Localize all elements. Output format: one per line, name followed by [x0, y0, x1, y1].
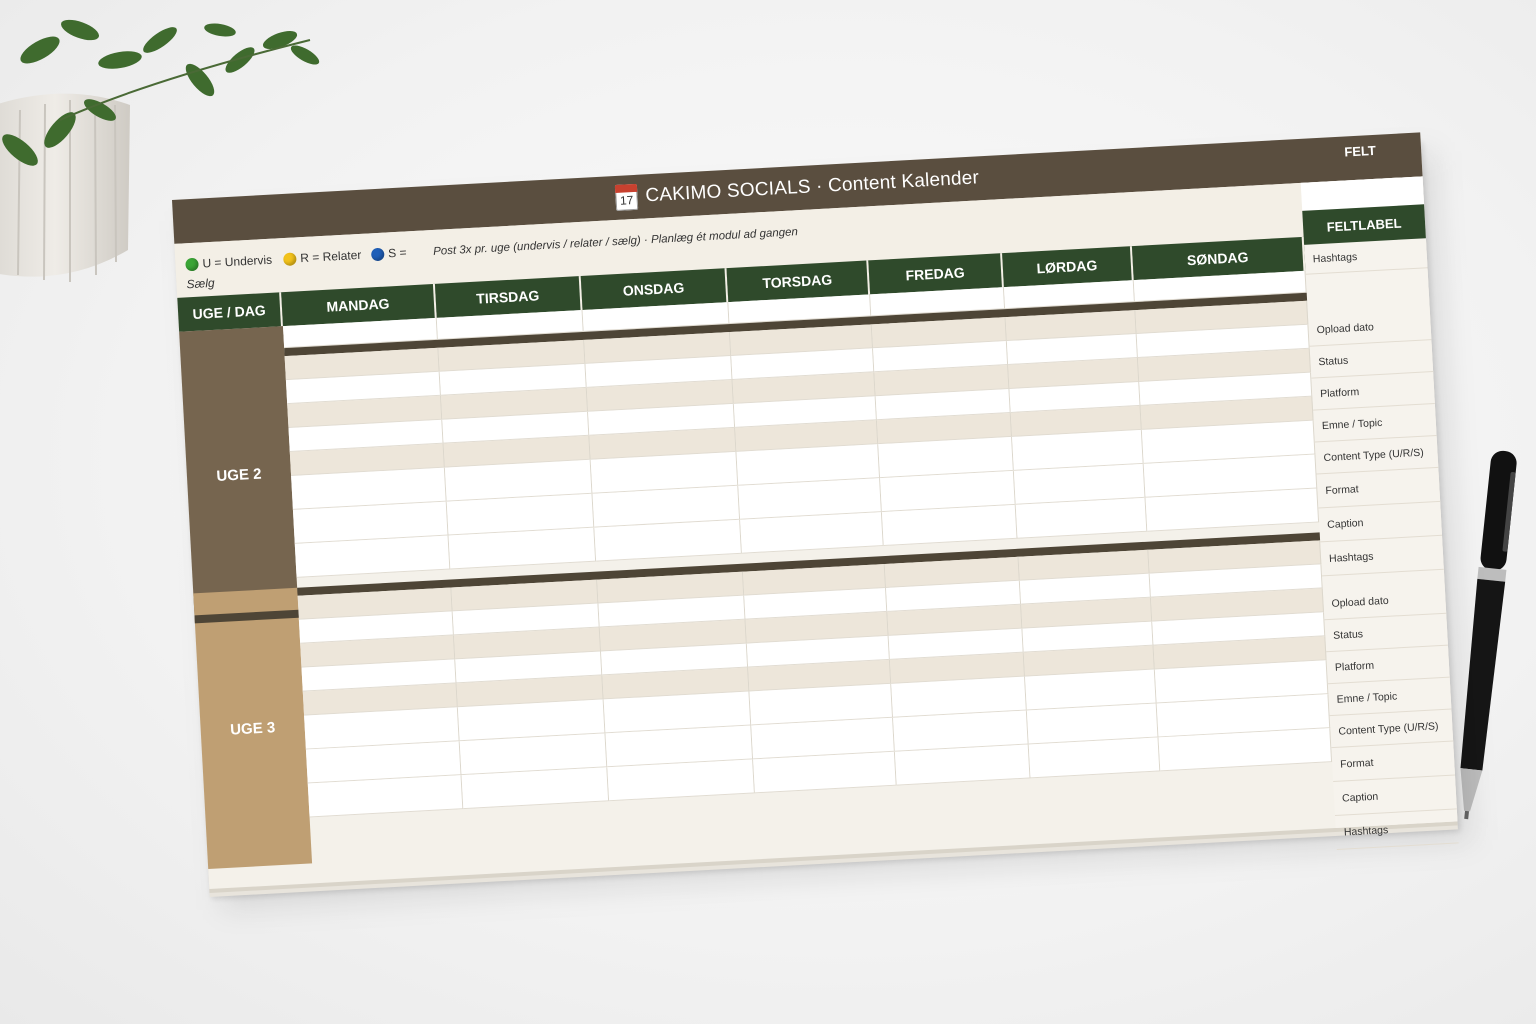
- calendar-grid: UGE 2 UGE 3: [179, 270, 1336, 889]
- legend-u-label: U = Undervis: [202, 252, 273, 271]
- calendar-icon: 17: [614, 183, 639, 211]
- field-label: Hashtags: [1304, 238, 1428, 275]
- legend-u: U = Undervis: [185, 253, 272, 272]
- posting-note: Post 3x pr. uge (undervis / relater / sæ…: [432, 226, 799, 258]
- field-label: Hashtags: [1335, 809, 1459, 850]
- calendar-cell[interactable]: [1028, 737, 1161, 779]
- calendar-cell[interactable]: [307, 775, 464, 818]
- calendar-cell[interactable]: [448, 527, 597, 570]
- green-dot-icon: [185, 257, 199, 271]
- legend-s-wrap: Sælg: [186, 275, 215, 292]
- column-header-week-day: UGE / DAG: [177, 292, 283, 332]
- legend-s: S =: [370, 245, 407, 261]
- field-label: Hashtags: [1320, 535, 1444, 577]
- legend-s-label: S =: [387, 245, 407, 261]
- legend-r: R = Relater: [283, 248, 362, 266]
- calendar-cell[interactable]: [753, 751, 897, 794]
- content-calendar-sheet: 17 CAKIMO SOCIALS · Content Kalender FEL…: [172, 132, 1459, 889]
- calendar-cell[interactable]: [1015, 497, 1148, 539]
- felt-header: FELT: [1343, 142, 1377, 160]
- page-title: CAKIMO SOCIALS · Content Kalender: [644, 167, 980, 207]
- week-label-2: UGE 2: [179, 326, 299, 624]
- calendar-cell[interactable]: [607, 759, 755, 802]
- calendar-cell[interactable]: [594, 519, 742, 562]
- calendar-cell[interactable]: [894, 744, 1031, 786]
- calendar-icon-number: 17: [619, 193, 634, 208]
- calendar-cell[interactable]: [740, 512, 884, 554]
- blue-dot-icon: [370, 247, 385, 261]
- yellow-dot-icon: [283, 251, 297, 266]
- legend-r-label: R = Relater: [299, 247, 362, 266]
- calendar-cell[interactable]: [461, 767, 610, 810]
- week-label-3: UGE 3: [193, 587, 313, 870]
- calendar-cell[interactable]: [881, 504, 1018, 547]
- calendar-cell[interactable]: [294, 535, 451, 578]
